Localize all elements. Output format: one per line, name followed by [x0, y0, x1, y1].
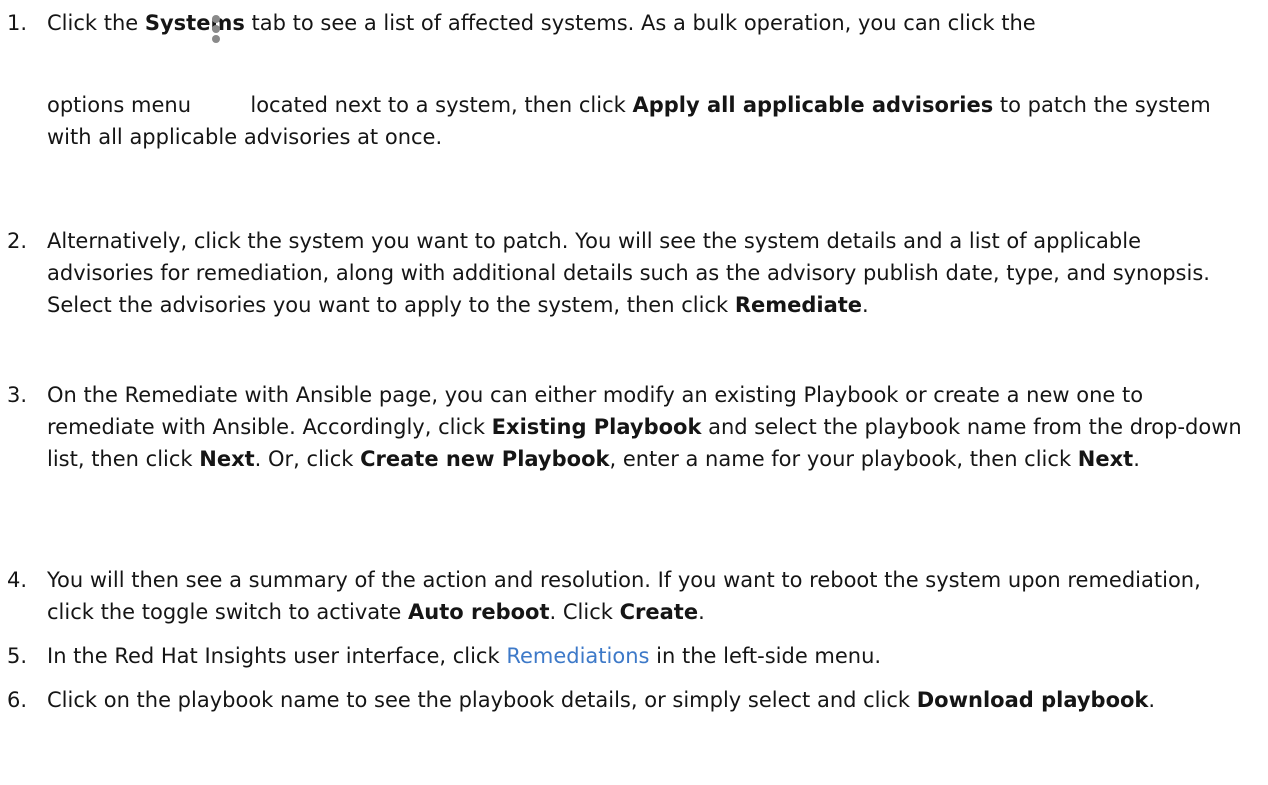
- step-text: In the Red Hat Insights user interface, …: [47, 644, 882, 668]
- create-label: Create: [619, 600, 699, 624]
- download-playbook-label: Download playbook: [916, 688, 1149, 712]
- auto-reboot-label: Auto reboot: [408, 600, 550, 624]
- kebab-menu-icon: [198, 15, 244, 116]
- step-number: 6.: [7, 688, 28, 712]
- step-1: 1. Click the Systems tab to see a list o…: [0, 7, 1268, 153]
- systems-tab-label: Systems: [144, 11, 245, 35]
- step-3: 3. On the Remediate with Ansible page, y…: [0, 379, 1268, 475]
- step-2: 2. Alternatively, click the system you w…: [0, 225, 1268, 321]
- step-text: Click the Systems tab to see a list of a…: [47, 11, 1211, 149]
- step-text: You will then see a summary of the actio…: [47, 568, 1201, 624]
- next-label: Next: [1077, 447, 1134, 471]
- step-number: 2.: [7, 229, 28, 253]
- step-6: 6. Click on the playbook name to see the…: [0, 684, 1268, 716]
- remediations-link[interactable]: Remediations: [506, 644, 649, 668]
- next-label: Next: [199, 447, 255, 471]
- apply-all-advisories-label: Apply all applicable advisories: [632, 93, 994, 117]
- remediate-label: Remediate: [734, 293, 863, 317]
- create-new-playbook-label: Create new Playbook: [360, 447, 610, 471]
- step-number: 3.: [7, 383, 28, 407]
- step-number: 4.: [7, 568, 28, 592]
- step-number: 5.: [7, 644, 28, 668]
- existing-playbook-label: Existing Playbook: [491, 415, 702, 439]
- step-text: Click on the playbook name to see the pl…: [47, 688, 1156, 712]
- step-5: 5. In the Red Hat Insights user interfac…: [0, 640, 1268, 672]
- step-text: On the Remediate with Ansible page, you …: [47, 383, 1242, 471]
- step-text: Alternatively, click the system you want…: [47, 229, 1210, 317]
- step-number: 1.: [7, 11, 28, 35]
- step-4: 4. You will then see a summary of the ac…: [0, 564, 1268, 628]
